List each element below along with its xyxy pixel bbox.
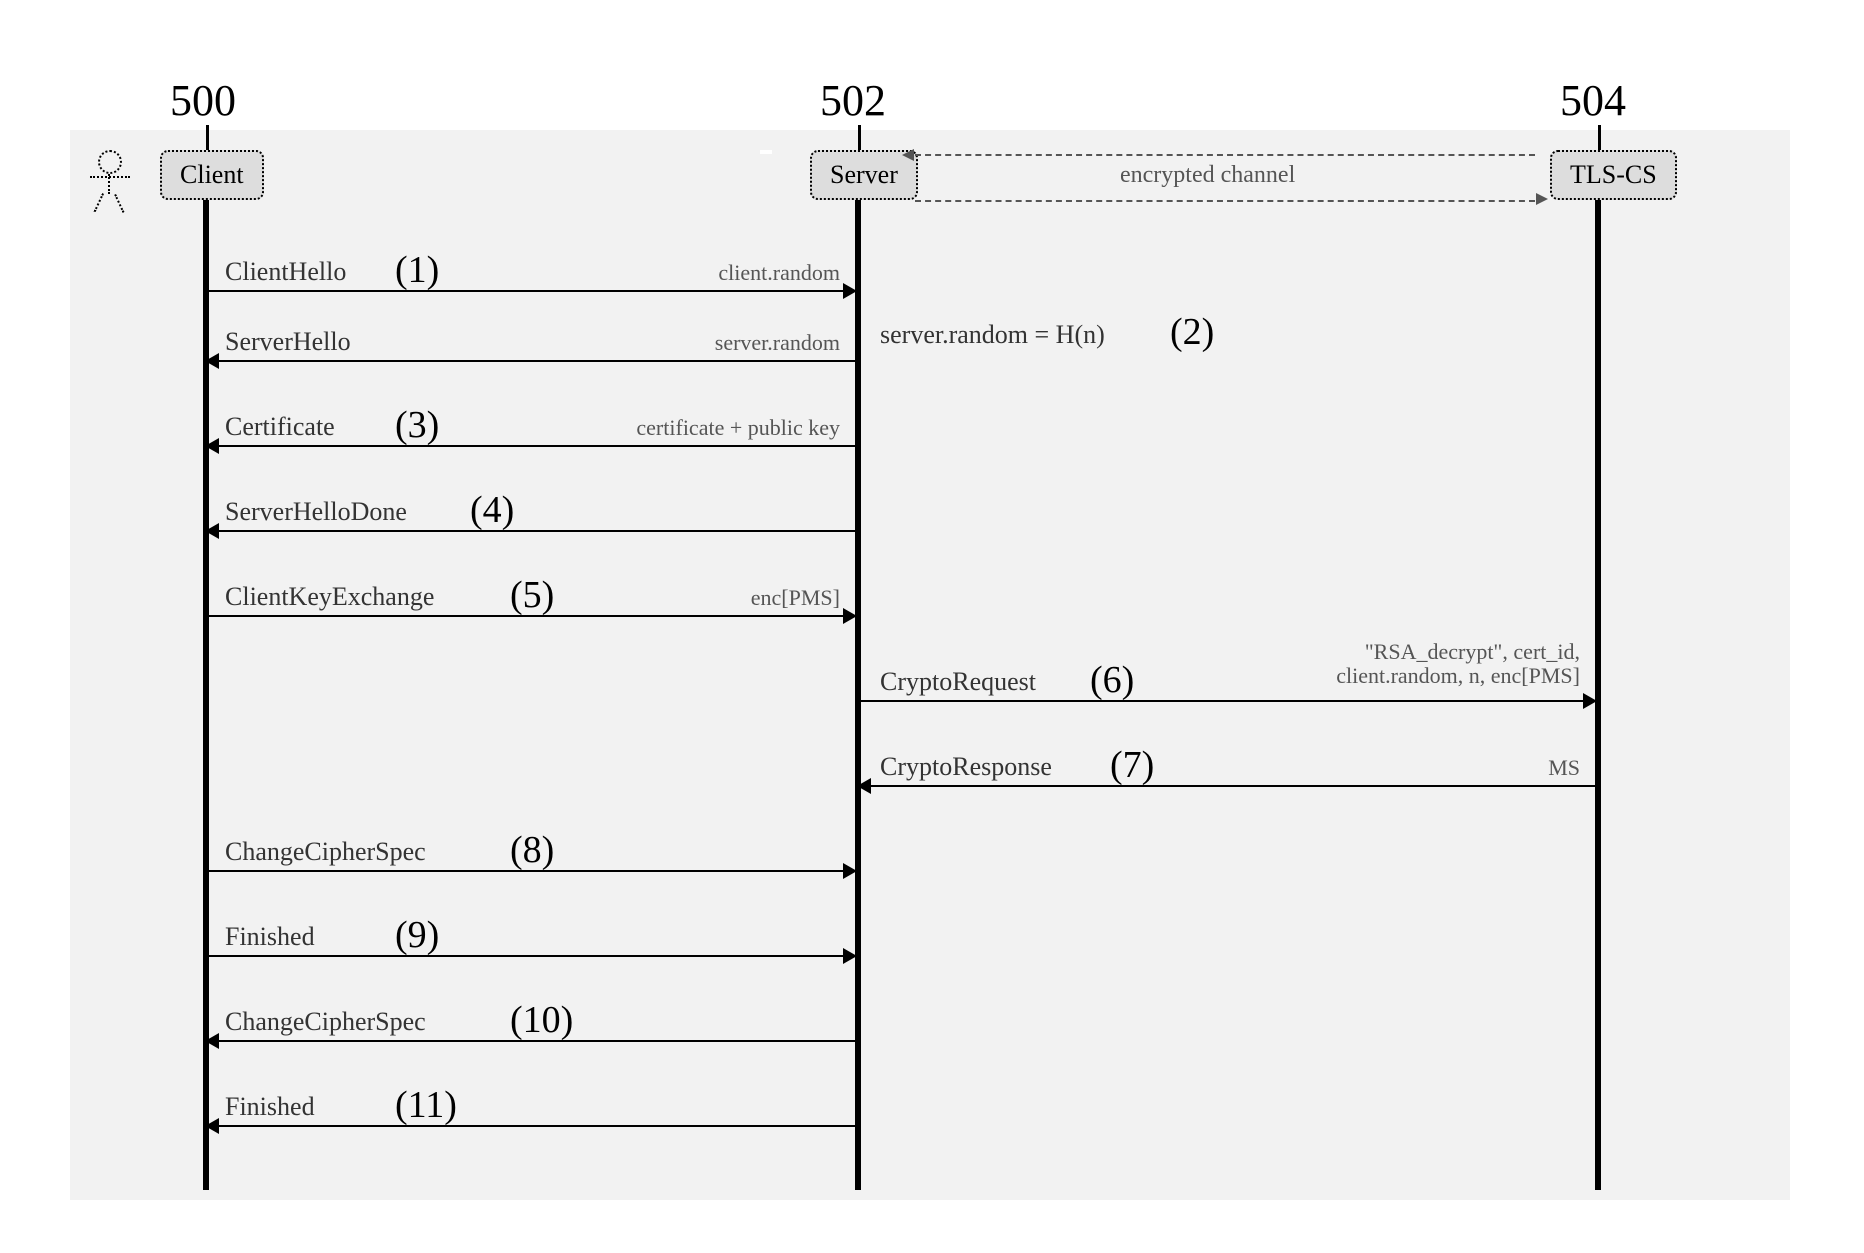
- msg-arrow-11: [205, 1118, 219, 1134]
- msg-arrow-4: [205, 523, 219, 539]
- step-num-6: (6): [1090, 658, 1134, 702]
- msg-line-6: [861, 700, 1589, 702]
- msg-arrow-8: [843, 863, 857, 879]
- msg-arrow-1: [843, 283, 857, 299]
- ref-leader-server: [858, 125, 861, 150]
- channel-arrow-right-bottom: [1536, 193, 1548, 205]
- msg-line-3: [215, 445, 855, 447]
- msg-line-9: [209, 955, 849, 957]
- msg-label-2: ServerHello: [225, 327, 351, 357]
- msg-line-7: [867, 785, 1595, 787]
- ref-number-tlscs: 504: [1560, 75, 1626, 126]
- msg-line-2: [215, 360, 855, 362]
- msg-arrow-7: [857, 778, 871, 794]
- msg-label-1: ClientHello: [225, 257, 346, 287]
- msg-label-11: Finished: [225, 1092, 315, 1122]
- step-num-8: (8): [510, 828, 554, 872]
- msg-arrow-5: [843, 608, 857, 624]
- msg-arrow-6: [1583, 693, 1597, 709]
- participant-tlscs-label: TLS-CS: [1570, 160, 1657, 189]
- actor-icon: [85, 150, 135, 220]
- ref-leader-client: [206, 125, 209, 150]
- msg-payload-7: MS: [1510, 755, 1580, 781]
- step-num-10: (10): [510, 998, 573, 1042]
- ref-number-server: 502: [820, 75, 886, 126]
- ref-number-client: 500: [170, 75, 236, 126]
- step-num-9: (9): [395, 913, 439, 957]
- msg-payload-2: server.random: [640, 330, 840, 356]
- step-num-3: (3): [395, 403, 439, 447]
- server-random-annotation: server.random = H(n): [880, 320, 1105, 350]
- credit-watermark: [760, 150, 772, 154]
- msg-label-4: ServerHelloDone: [225, 497, 407, 527]
- msg-payload-3: certificate + public key: [520, 415, 840, 441]
- step-num-5: (5): [510, 573, 554, 617]
- msg-payload-1: client.random: [640, 260, 840, 286]
- msg-arrow-3: [205, 438, 219, 454]
- sequence-diagram: 500 502 504 Client Server TLS-CS encrypt…: [0, 0, 1864, 1253]
- msg-line-11: [215, 1125, 855, 1127]
- msg-label-3: Certificate: [225, 412, 335, 442]
- msg-label-6: CryptoRequest: [880, 667, 1036, 697]
- msg-label-9: Finished: [225, 922, 315, 952]
- step-num-4: (4): [470, 488, 514, 532]
- msg-arrow-10: [205, 1033, 219, 1049]
- ref-leader-tlscs: [1598, 125, 1601, 150]
- msg-line-1: [209, 290, 849, 292]
- msg-payload-6: "RSA_decrypt", cert_id, client.random, n…: [1200, 640, 1580, 688]
- participant-client-label: Client: [180, 160, 244, 189]
- msg-label-5: ClientKeyExchange: [225, 582, 434, 612]
- step-num-2: (2): [1170, 310, 1214, 354]
- lifeline-server: [855, 200, 861, 1190]
- participant-client: Client: [160, 150, 264, 200]
- encrypted-channel-label: encrypted channel: [1120, 162, 1295, 189]
- msg-arrow-2: [205, 353, 219, 369]
- msg-line-4: [215, 530, 855, 532]
- msg-label-10: ChangeCipherSpec: [225, 1007, 426, 1037]
- participant-tlscs: TLS-CS: [1550, 150, 1677, 200]
- participant-server-label: Server: [830, 160, 898, 189]
- msg-payload-5: enc[PMS]: [700, 585, 840, 611]
- msg-label-8: ChangeCipherSpec: [225, 837, 426, 867]
- channel-arrow-left-top: [902, 149, 914, 161]
- step-num-1: (1): [395, 248, 439, 292]
- msg-label-7: CryptoResponse: [880, 752, 1052, 782]
- step-num-7: (7): [1110, 743, 1154, 787]
- step-num-11: (11): [395, 1083, 457, 1127]
- msg-arrow-9: [843, 948, 857, 964]
